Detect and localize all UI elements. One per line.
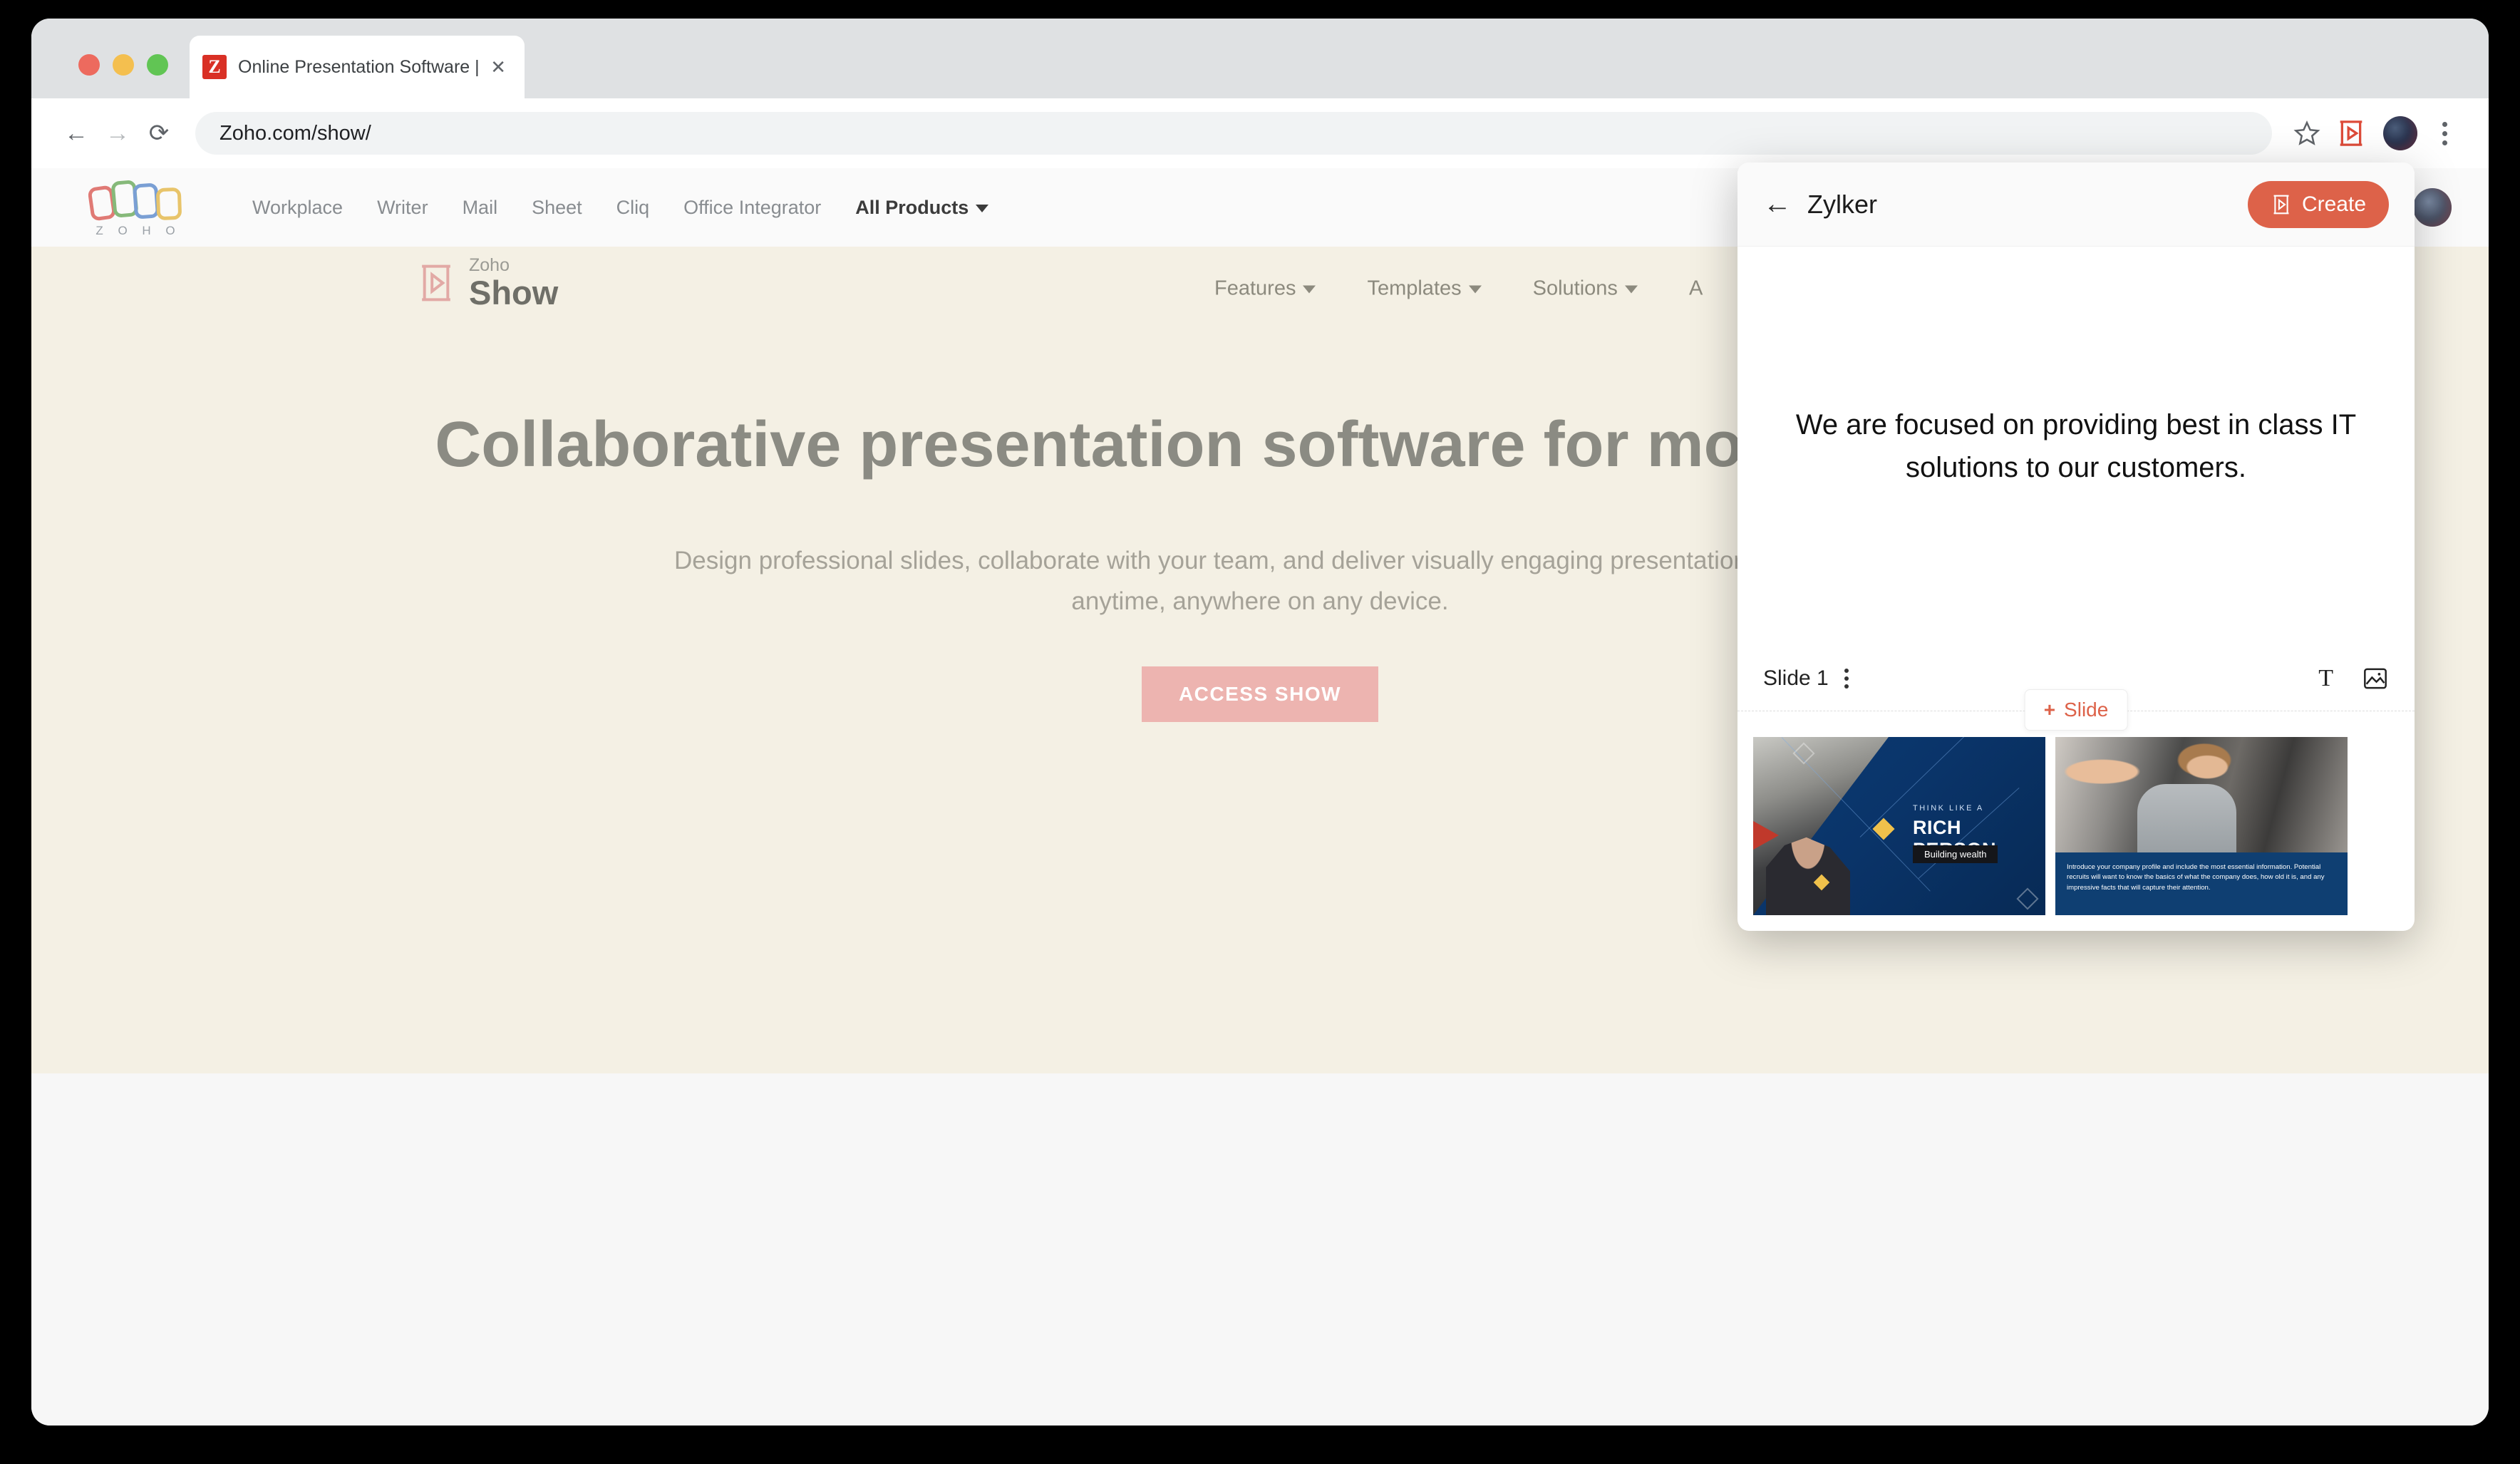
- thumb-caption-text: Introduce your company profile and inclu…: [2055, 852, 2348, 915]
- chevron-down-icon: [1624, 285, 1638, 294]
- thumb-badge-text: Building wealth: [1913, 845, 1998, 863]
- zoho-favicon: Z: [202, 55, 227, 79]
- popup-slide-canvas[interactable]: We are focused on providing best in clas…: [1737, 247, 2415, 646]
- show-nav-templates[interactable]: Templates: [1367, 277, 1482, 301]
- popup-template-thumbnails: THINK LIKE A RICH PERSON Building wealth…: [1737, 717, 2415, 931]
- popup-slide-bar: Slide 1 T + Slide: [1737, 646, 2415, 731]
- show-icon: [2273, 195, 2289, 214]
- create-button[interactable]: Create: [2247, 180, 2389, 228]
- show-nav-templates-label: Templates: [1367, 277, 1462, 300]
- popup-slide-label: Slide 1: [1763, 666, 1829, 690]
- zoho-show-extension-icon[interactable]: [2329, 117, 2373, 150]
- zoho-nav-office-integrator[interactable]: Office Integrator: [683, 197, 821, 219]
- window-close-button[interactable]: [78, 54, 100, 76]
- popup-slide-text[interactable]: We are focused on providing best in clas…: [1787, 403, 2365, 489]
- zoho-show-extension-popup: ← Zylker Create We are focused on provid…: [1737, 163, 2415, 931]
- forward-icon[interactable]: →: [97, 113, 138, 154]
- browser-toolbar: ← → ⟳ Zoho.com/show/: [31, 98, 2489, 168]
- popup-bar-tools: T: [2318, 665, 2389, 692]
- show-nav-links: Features Templates Solutions A: [1214, 277, 1703, 301]
- more-options-icon[interactable]: [1844, 668, 1849, 689]
- chevron-down-icon: [1303, 285, 1316, 294]
- popup-title: Zylker: [1807, 189, 1877, 219]
- popup-header: ← Zylker Create: [1737, 163, 2415, 247]
- zoho-show-logo[interactable]: Zoho Show: [416, 257, 558, 309]
- all-products-label: All Products: [855, 196, 969, 218]
- browser-tab[interactable]: Z Online Presentation Software | ✕: [190, 36, 525, 98]
- template-thumbnail-rich-person[interactable]: THINK LIKE A RICH PERSON Building wealth: [1753, 737, 2045, 915]
- text-icon[interactable]: T: [2318, 665, 2333, 692]
- browser-window: Z Online Presentation Software | ✕ ← → ⟳…: [31, 19, 2489, 1426]
- reload-icon[interactable]: ⟳: [138, 113, 180, 154]
- thumb-eyebrow-text: THINK LIKE A: [1913, 804, 1984, 813]
- brand-zoho-text: Zoho: [469, 255, 510, 275]
- browser-profile-avatar[interactable]: [2383, 116, 2417, 150]
- template-thumbnail-company-profile[interactable]: Introduce your company profile and inclu…: [2055, 737, 2348, 915]
- access-show-button[interactable]: ACCESS SHOW: [1142, 666, 1378, 722]
- address-bar[interactable]: Zoho.com/show/: [195, 112, 2272, 155]
- tab-title: Online Presentation Software |: [238, 56, 480, 77]
- create-button-label: Create: [2301, 192, 2366, 216]
- show-nav-more[interactable]: A: [1689, 277, 1703, 301]
- zoho-user-avatar[interactable]: [2413, 188, 2452, 227]
- window-maximize-button[interactable]: [147, 54, 168, 76]
- show-nav-solutions[interactable]: Solutions: [1533, 277, 1638, 301]
- url-text: Zoho.com/show/: [220, 121, 371, 145]
- zoho-wordmark: Z O H O: [95, 224, 181, 237]
- back-arrow-icon[interactable]: ←: [1763, 188, 1797, 220]
- zoho-show-wordmark: Zoho Show: [469, 255, 559, 311]
- brand-show-text: Show: [469, 274, 559, 311]
- show-nav-features[interactable]: Features: [1214, 277, 1316, 301]
- plus-icon: +: [2043, 699, 2056, 721]
- add-slide-label: Slide: [2064, 699, 2109, 721]
- thumb-red-triangle: [1753, 815, 1779, 855]
- show-nav-solutions-label: Solutions: [1532, 277, 1618, 300]
- browser-menu-icon[interactable]: [2425, 121, 2464, 145]
- zoho-nav-sheet[interactable]: Sheet: [532, 197, 582, 219]
- desktop-backdrop: Z Online Presentation Software | ✕ ← → ⟳…: [0, 0, 2520, 1464]
- show-nav-features-label: Features: [1214, 277, 1296, 300]
- window-minimize-button[interactable]: [113, 54, 134, 76]
- browser-tab-strip: Z Online Presentation Software | ✕: [31, 19, 2489, 98]
- add-slide-button[interactable]: + Slide: [2024, 689, 2128, 731]
- back-icon[interactable]: ←: [56, 113, 97, 154]
- chevron-down-icon: [1468, 285, 1482, 294]
- image-icon[interactable]: [2362, 666, 2389, 691]
- zoho-logo[interactable]: Z O H O: [74, 177, 202, 238]
- zoho-nav-all-products[interactable]: All Products: [855, 196, 989, 219]
- thumb-diamond-outline: [2016, 887, 2039, 910]
- zoho-nav-links: Workplace Writer Mail Sheet Cliq Office …: [252, 196, 989, 219]
- zoho-nav-mail[interactable]: Mail: [463, 197, 498, 219]
- tab-close-icon[interactable]: ✕: [485, 56, 512, 78]
- thumb-person-body: [2137, 784, 2237, 852]
- chevron-down-icon: [976, 204, 989, 212]
- zoho-nav-cliq[interactable]: Cliq: [616, 197, 650, 219]
- zoho-nav-workplace[interactable]: Workplace: [252, 197, 343, 219]
- zoho-nav-writer[interactable]: Writer: [377, 197, 428, 219]
- bookmark-star-icon[interactable]: [2285, 111, 2329, 155]
